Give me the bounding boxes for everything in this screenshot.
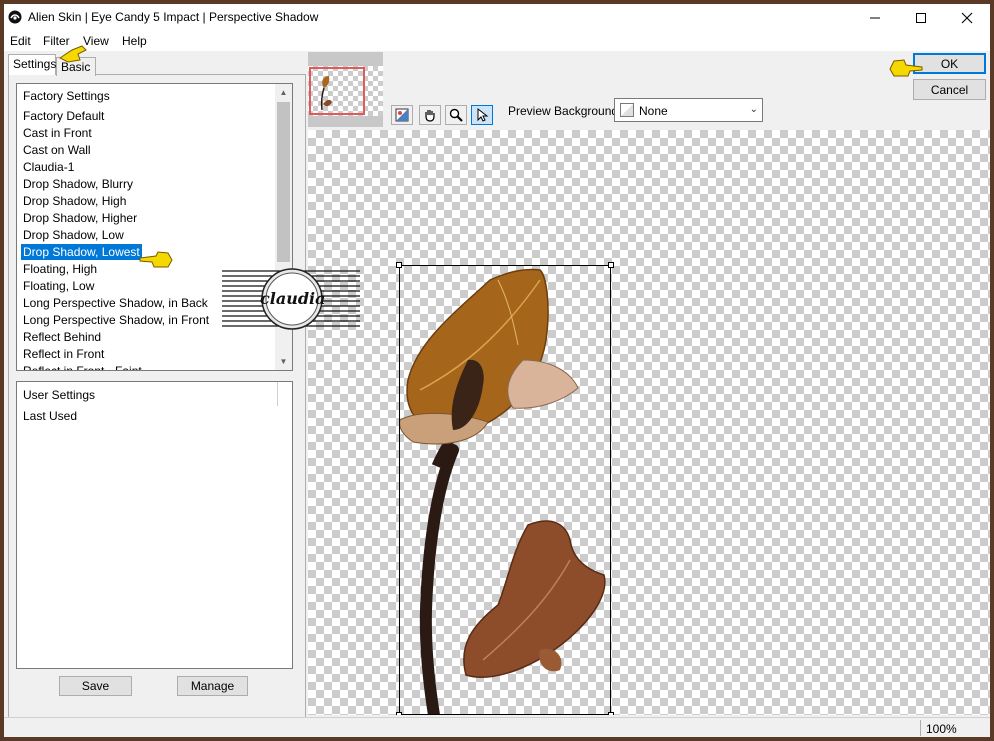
column-divider <box>277 382 278 406</box>
status-separator <box>920 720 921 736</box>
pointing-hand-icon <box>139 251 173 268</box>
arrow-tool-button[interactable] <box>471 105 493 125</box>
preview-toggle-icon <box>395 108 409 122</box>
resize-handle[interactable] <box>396 712 402 715</box>
minimize-button[interactable] <box>852 4 898 31</box>
manage-button[interactable]: Manage <box>177 676 248 696</box>
list-item[interactable]: Floating, Low <box>21 278 96 294</box>
cancel-button[interactable]: Cancel <box>913 79 986 100</box>
tab-settings[interactable]: Settings <box>8 54 56 75</box>
title-bar: Alien Skin | Eye Candy 5 Impact | Perspe… <box>4 4 990 31</box>
menu-edit[interactable]: Edit <box>10 34 31 48</box>
window-title: Alien Skin | Eye Candy 5 Impact | Perspe… <box>28 10 319 24</box>
list-item[interactable]: Reflect in Front - Faint <box>21 363 144 370</box>
list-item[interactable]: Long Perspective Shadow, in Back <box>21 295 210 311</box>
scroll-down-button[interactable]: ▼ <box>275 353 292 370</box>
list-item[interactable]: Cast on Wall <box>21 142 93 158</box>
arrow-pointer-icon <box>477 107 489 122</box>
maximize-button[interactable] <box>898 4 944 31</box>
app-window: Alien Skin | Eye Candy 5 Impact | Perspe… <box>0 0 994 741</box>
resize-handle[interactable] <box>396 262 402 268</box>
pointing-hand-icon <box>59 45 87 63</box>
close-button[interactable] <box>944 4 990 31</box>
chevron-down-icon: ▼ <box>279 357 288 366</box>
chevron-down-icon: ⌄ <box>749 104 758 115</box>
list-item[interactable]: Cast in Front <box>21 125 94 141</box>
preview-canvas[interactable] <box>308 130 990 715</box>
preview-toggle-button[interactable] <box>391 105 413 125</box>
selection-bounding-box[interactable] <box>396 262 614 715</box>
pointing-hand-icon <box>889 59 923 77</box>
watermark-text: claudia <box>260 289 326 308</box>
list-item[interactable]: Long Perspective Shadow, in Front <box>21 312 211 328</box>
scroll-thumb[interactable] <box>277 102 290 262</box>
list-item[interactable]: Drop Shadow, High <box>21 193 128 209</box>
preview-background-select[interactable]: None ⌄ <box>614 98 763 122</box>
resize-handle[interactable] <box>608 262 614 268</box>
chevron-up-icon: ▲ <box>279 88 288 97</box>
user-settings-list[interactable]: User Settings Last Used <box>16 381 293 669</box>
navigator-view-rect[interactable] <box>309 67 365 115</box>
claudia-watermark: claudia <box>222 267 360 331</box>
minimize-icon <box>870 17 880 18</box>
list-item-last-used[interactable]: Last Used <box>23 409 77 423</box>
resize-handle[interactable] <box>608 712 614 715</box>
zoom-level: 100% <box>926 722 957 736</box>
scroll-up-button[interactable]: ▲ <box>275 84 292 101</box>
magnifier-icon <box>449 108 463 122</box>
list-item[interactable]: Reflect Behind <box>21 329 103 345</box>
hand-tool-button[interactable] <box>419 105 441 125</box>
user-settings-header: User Settings <box>23 388 96 402</box>
eye-candy-app-icon <box>8 10 22 24</box>
factory-settings-header: Factory Settings <box>23 89 110 103</box>
list-item[interactable]: Factory Default <box>21 108 106 124</box>
status-bar: 100% <box>4 717 990 737</box>
close-icon <box>961 12 973 23</box>
hand-icon <box>425 110 435 122</box>
zoom-tool-button[interactable] <box>445 105 467 125</box>
list-item[interactable]: Drop Shadow, Lowest <box>21 244 142 260</box>
list-item[interactable]: Reflect in Front <box>21 346 106 362</box>
list-item[interactable]: Floating, High <box>21 261 99 277</box>
list-item[interactable]: Drop Shadow, Blurry <box>21 176 135 192</box>
maximize-icon <box>916 12 926 23</box>
preview-background-label: Preview Background: <box>508 104 622 118</box>
list-item[interactable]: Drop Shadow, Low <box>21 227 126 243</box>
transparent-swatch-icon <box>620 103 634 117</box>
list-item[interactable]: Claudia-1 <box>21 159 76 175</box>
preview-background-value: None <box>639 104 668 118</box>
menu-help[interactable]: Help <box>122 34 147 48</box>
list-item[interactable]: Drop Shadow, Higher <box>21 210 139 226</box>
menu-bar: Edit Filter View Help <box>4 31 990 51</box>
save-button[interactable]: Save <box>59 676 132 696</box>
